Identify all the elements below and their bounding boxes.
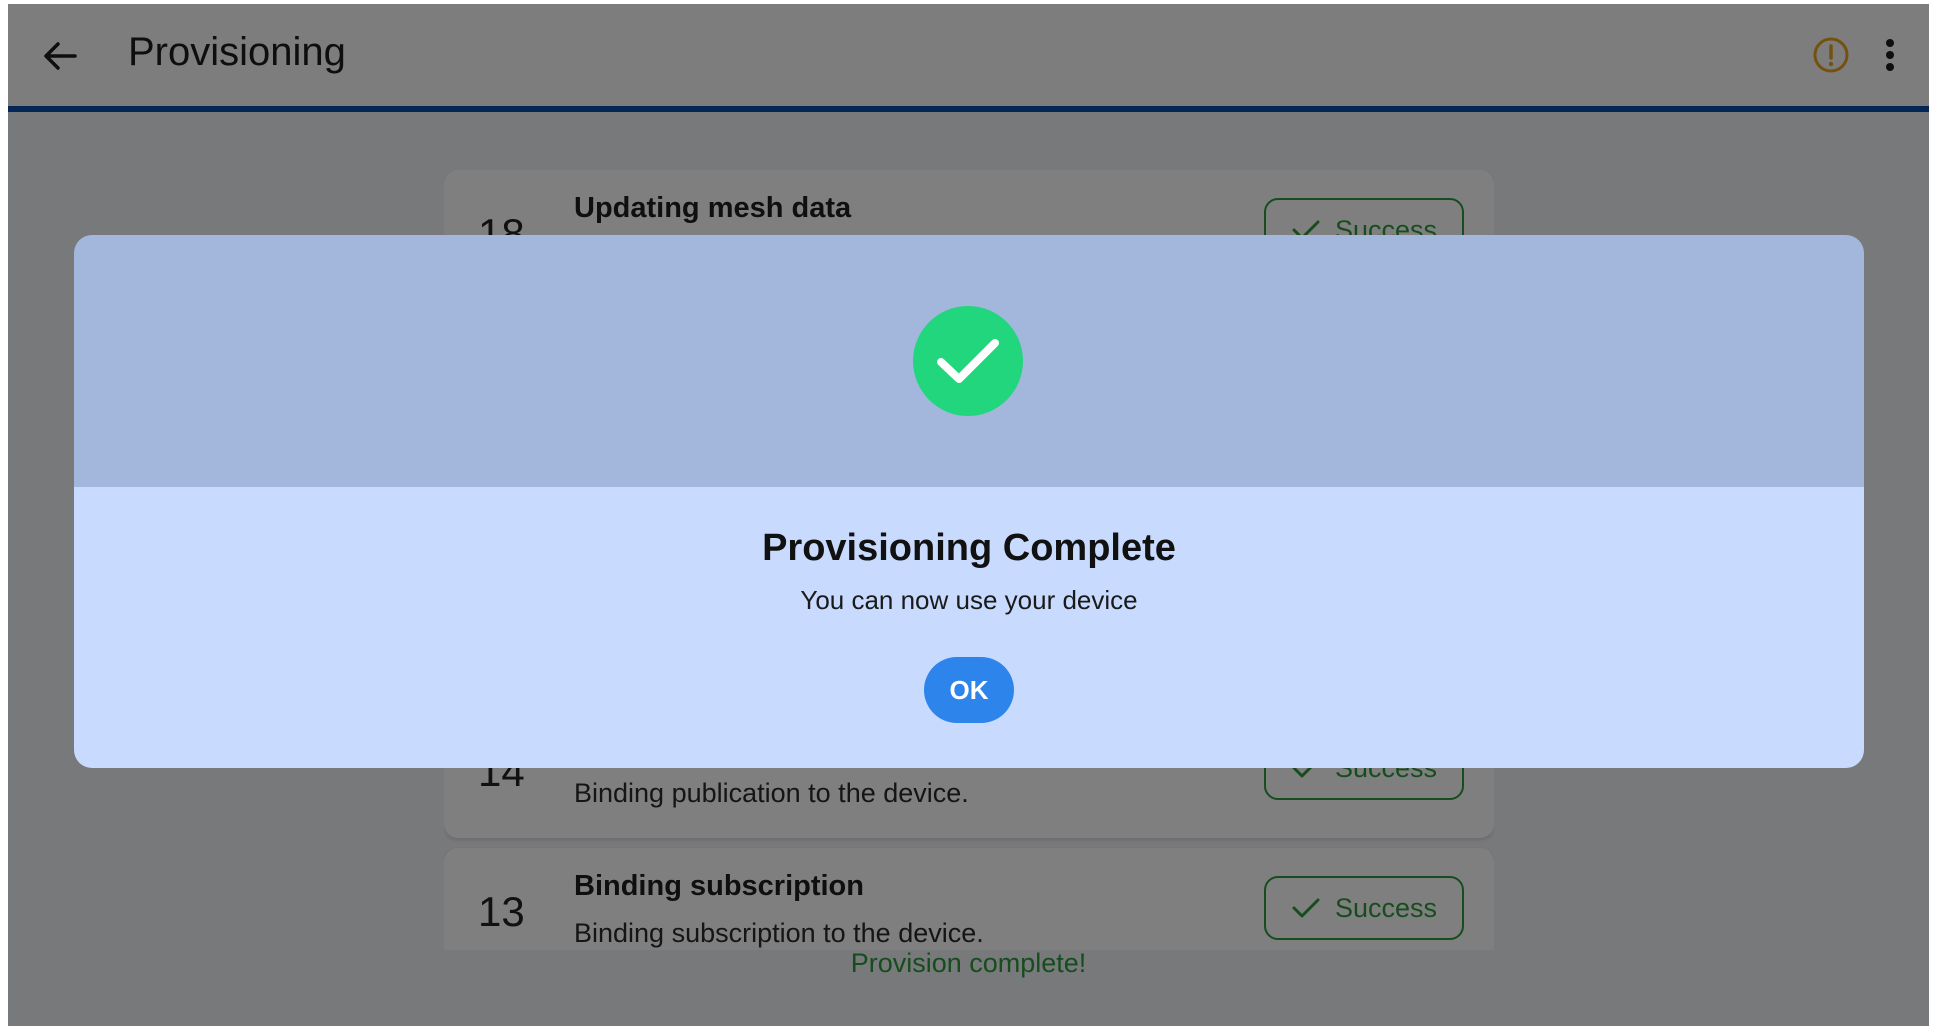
check-circle-icon [913, 306, 1023, 416]
check-icon [937, 339, 999, 383]
app-screen: Provisioning 18 Updating mesh data [8, 4, 1929, 1026]
dialog-body: Provisioning Complete You can now use yo… [74, 487, 1864, 768]
dialog-message: You can now use your device [800, 585, 1138, 615]
ok-button[interactable]: OK [924, 657, 1014, 723]
provisioning-complete-dialog: Provisioning Complete You can now use yo… [74, 235, 1864, 768]
dialog-header [74, 235, 1864, 487]
dialog-title: Provisioning Complete [762, 527, 1176, 569]
